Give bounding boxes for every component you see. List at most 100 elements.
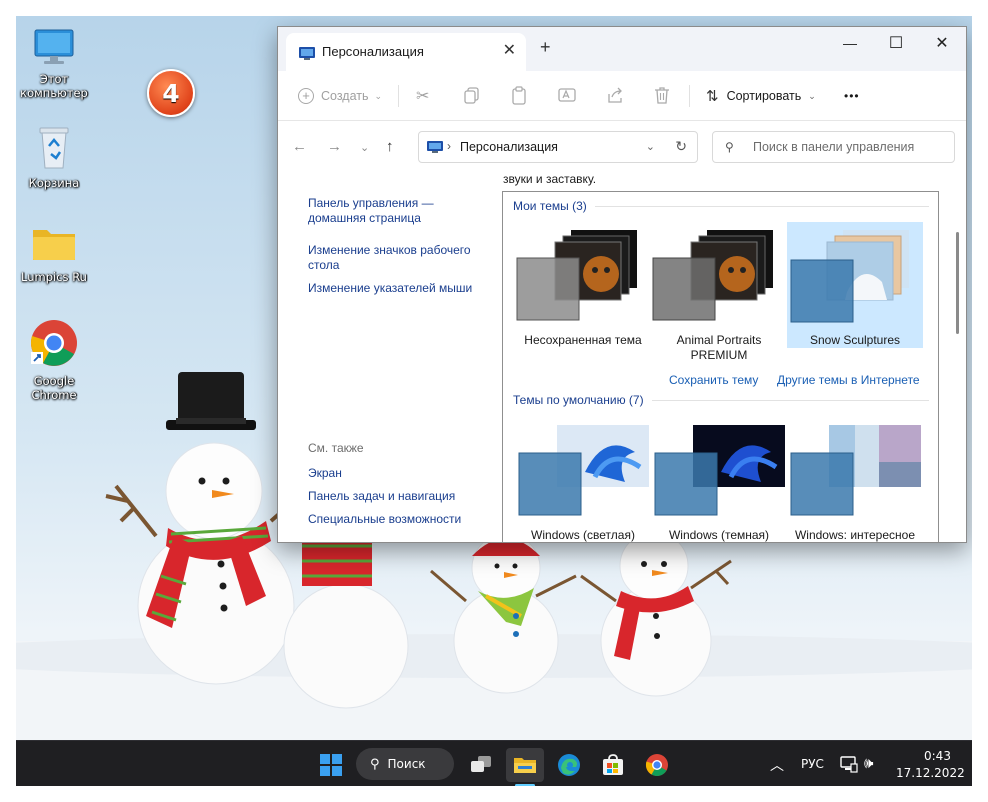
delete-icon[interactable] [654,86,670,114]
volume-icon[interactable]: 🕪 [864,754,873,772]
taskbar-search-label: Поиск [387,757,426,771]
theme-name: Snow Sculptures [809,333,901,347]
file-explorer-icon [514,758,536,773]
paste-icon[interactable] [511,86,527,114]
close-button[interactable]: ✕ [919,27,965,59]
store-button[interactable] [594,748,632,782]
address-bar[interactable]: › Персонализация ⌄ ↻ [418,131,698,163]
close-tab-icon[interactable]: ✕ [503,40,516,60]
network-icon[interactable] [840,755,858,773]
title-bar: Персонализация ✕ + — ☐ ✕ [278,27,966,71]
separator [398,85,399,107]
rename-icon[interactable] [558,86,576,114]
separator [689,85,690,107]
theme-animal-portraits[interactable]: Animal Portraits PREMIUM [651,222,787,362]
recent-locations-icon[interactable]: ⌄ [360,141,369,154]
desktop-icon-label: Корзина [28,176,80,190]
create-label: Создать [321,89,369,103]
navigation-pane: Панель управления — домашняя страница Из… [278,173,498,542]
more-options-button[interactable]: ••• [844,82,860,110]
theme-unsaved[interactable]: Несохраненная тема [515,222,651,348]
theme-windows-dark[interactable]: Windows (темная) [651,417,787,542]
desktop-icon-chrome[interactable]: Google Chrome [16,318,92,402]
breadcrumb-separator: › [447,139,451,153]
theme-snow-sculptures[interactable]: Snow Sculptures [787,222,923,348]
search-icon: ⚲ [370,756,380,772]
search-placeholder: Поиск в панели управления [753,140,915,154]
my-themes-label: Мои темы (3) [513,199,587,213]
up-arrow-icon[interactable]: ↑ [386,138,394,155]
link-mouse-pointers[interactable]: Изменение указателей мыши [308,281,488,296]
edge-button[interactable] [550,748,588,782]
taskbar-search[interactable]: ⚲ Поиск [356,748,454,780]
chrome-taskbar-button[interactable] [638,748,676,782]
default-themes-header: Темы по умолчанию (7) [513,393,929,407]
theme-name: Windows (светлая) [531,528,635,542]
theme-preview [790,230,909,323]
sort-icon: ⇅ [706,88,719,105]
refresh-icon[interactable]: ↻ [675,138,687,155]
theme-name: Animal Portraits PREMIUM [676,333,762,362]
store-icon [603,754,623,775]
chrome-icon [645,754,668,776]
show-hidden-icons-chevron-up-icon[interactable]: ︿ [770,755,784,775]
link-accessibility[interactable]: Специальные возможности [308,512,488,527]
default-themes-label: Темы по умолчанию (7) [513,393,644,407]
sort-label: Сортировать [726,89,802,103]
desktop-icon-label: Lumpics Ru [21,270,87,284]
desktop-icon-this-pc[interactable]: Этот компьютер [16,28,92,100]
breadcrumb-path[interactable]: Персонализация [460,140,558,154]
file-explorer-button[interactable] [506,748,544,782]
link-control-panel-home[interactable]: Панель управления — домашняя страница [308,196,488,226]
intro-text: звуки и заставку. [503,172,597,186]
clock-time[interactable]: 0:43 [924,749,951,763]
desktop-icon-label: Этот компьютер [20,72,88,100]
desktop-icon-recycle-bin[interactable]: Корзина [16,124,92,190]
personalization-icon [299,47,315,60]
desktop-icon-label: Google Chrome [31,374,77,402]
share-icon[interactable] [606,86,624,114]
forward-arrow-icon[interactable]: → [327,138,342,155]
back-arrow-icon[interactable]: ← [292,138,307,155]
sort-button[interactable]: ⇅ Сортировать ⌄ [706,82,816,110]
address-row: ← → ⌄ ↑ › Персонализация ⌄ ↻ ⚲ Поиск в п… [278,121,966,173]
save-theme-link[interactable]: Сохранить тему [669,373,758,387]
control-panel-icon [427,141,443,153]
cut-icon[interactable]: ✂ [416,82,429,110]
taskbar: ⚲ Поиск ︿ РУС 🕪 0:43 17.12.2022 [16,740,972,786]
folder-icon [33,230,75,260]
tab-title: Персонализация [322,44,424,59]
search-icon: ⚲ [725,140,734,154]
windows-logo-icon [320,754,342,776]
start-button[interactable] [312,748,350,782]
tab-personalization[interactable]: Персонализация ✕ [286,33,526,71]
theme-windows-spotlight[interactable]: Windows: интересное [787,417,923,542]
monitor-icon [34,29,74,64]
clock-date[interactable]: 17.12.2022 [896,766,965,780]
link-display[interactable]: Экран [308,466,488,481]
theme-preview [790,425,921,516]
theme-windows-light[interactable]: Windows (светлая) [515,417,651,542]
theme-preview [518,425,649,516]
create-button[interactable]: + Создать ⌄ [298,82,382,110]
task-view-button[interactable] [462,748,500,782]
task-view-icon [471,756,491,772]
minimize-button[interactable]: — [827,27,873,59]
personalization-window: Персонализация ✕ + — ☐ ✕ + Создать ⌄ ✂ ⇅ [277,26,967,543]
copy-icon[interactable] [464,87,480,115]
step-badge: 4 [147,69,195,117]
chevron-down-icon: ⌄ [808,90,816,101]
maximize-button[interactable]: ☐ [873,27,919,59]
active-app-indicator [515,784,535,786]
chevron-down-icon[interactable]: ⌄ [646,140,655,153]
new-tab-button[interactable]: + [540,37,551,58]
link-taskbar[interactable]: Панель задач и навигация [308,489,488,504]
link-desktop-icons[interactable]: Изменение значков рабочего стола [308,243,488,273]
desktop: 4 Этот компьютер Корзина Lumpics Ru Goog… [16,16,972,786]
scrollbar-thumb[interactable] [956,232,959,334]
themes-list: Мои темы (3) Несохраненная тема Animal P… [502,191,939,542]
search-box[interactable]: ⚲ Поиск в панели управления [712,131,955,163]
desktop-icon-folder[interactable]: Lumpics Ru [16,224,92,284]
more-themes-online-link[interactable]: Другие темы в Интернете [777,373,920,387]
language-indicator[interactable]: РУС [801,757,824,771]
